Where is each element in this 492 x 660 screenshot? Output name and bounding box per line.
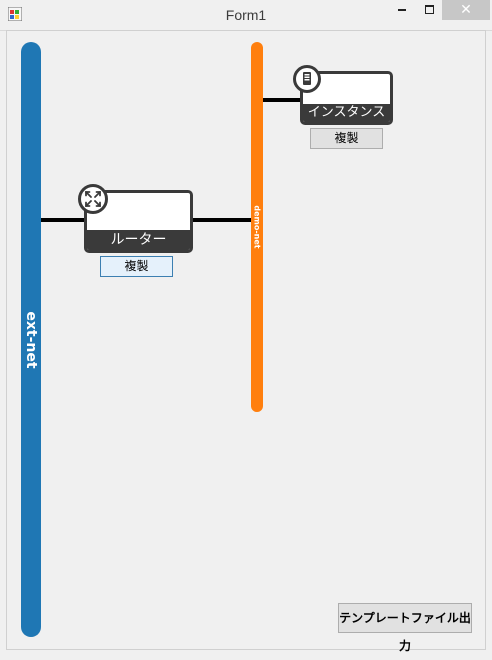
export-template-button[interactable]: テンプレートファイル出力 — [338, 603, 472, 653]
minimize-button[interactable] — [387, 0, 417, 20]
maximize-icon — [425, 5, 434, 14]
title-bar: Form1 ✕ — [0, 0, 492, 31]
server-icon — [293, 65, 321, 93]
topology-canvas — [6, 30, 486, 650]
link-router-demo-net — [191, 218, 252, 222]
maximize-button[interactable] — [415, 0, 445, 20]
instance-node-label: インスタンス — [303, 104, 390, 122]
close-button[interactable]: ✕ — [442, 0, 490, 20]
instance-duplicate-button[interactable]: 複製 — [310, 128, 383, 149]
network-demo-net-label: demo-net — [252, 205, 262, 249]
minimize-icon — [398, 9, 406, 11]
router-duplicate-button[interactable]: 複製 — [100, 256, 173, 277]
network-ext-net-label: ext-net — [23, 311, 39, 369]
router-node-label: ルーター — [87, 230, 190, 250]
link-demo-net-instance — [262, 98, 302, 102]
link-ext-net-router — [40, 218, 86, 222]
close-icon: ✕ — [460, 2, 472, 18]
router-icon — [78, 184, 108, 214]
